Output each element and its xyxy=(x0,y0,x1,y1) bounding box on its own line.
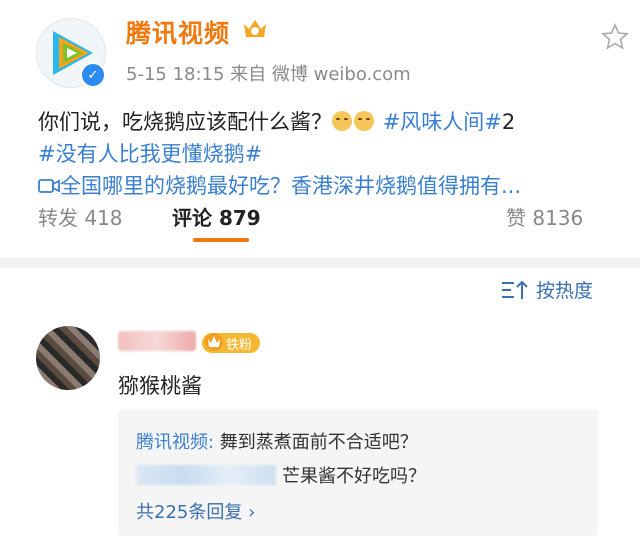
verified-icon: ✓ xyxy=(80,62,106,88)
account-name[interactable]: 腾讯视频 xyxy=(126,14,230,50)
fan-crown-icon xyxy=(205,333,223,351)
video-link[interactable]: 全国哪里的烧鹅最好吃？香港深井烧鹅值得拥有... xyxy=(38,170,521,200)
reply-text: 舞到蒸煮面前不合适吧？ xyxy=(214,432,418,453)
avatar[interactable] xyxy=(36,326,100,390)
section-divider xyxy=(0,258,640,268)
sort-button[interactable]: 按热度 xyxy=(500,276,593,303)
comment-text: 猕猴桃酱 xyxy=(118,374,202,398)
sort-icon xyxy=(502,280,528,299)
vip-crown-icon xyxy=(244,20,266,37)
blurred-reply-author[interactable] xyxy=(136,465,276,485)
likes-tab[interactable]: 赞 8136 xyxy=(506,202,583,231)
star-icon[interactable] xyxy=(600,22,630,52)
repost-tab[interactable]: 转发 418 xyxy=(38,202,123,231)
video-link-text: 全国哪里的烧鹅最好吃？香港深井烧鹅值得拥有... xyxy=(60,174,522,198)
blurred-username[interactable] xyxy=(118,331,196,351)
video-icon xyxy=(38,179,60,193)
fan-badge: 铁粉 xyxy=(202,333,261,353)
active-tab-indicator xyxy=(193,238,249,242)
doge-emoji-icon xyxy=(354,111,374,131)
fan-badge-label: 铁粉 xyxy=(226,337,253,353)
post-text: 你们说，吃烧鹅应该配什么酱？ xyxy=(38,110,332,134)
post-meta: 5-15 18:15 来自 微博 weibo.com xyxy=(126,64,411,85)
view-replies-link[interactable]: 共225条回复 › xyxy=(136,498,255,524)
hashtag-suffix: 2 xyxy=(501,110,516,134)
doge-emoji-icon xyxy=(332,111,352,131)
sort-label: 按热度 xyxy=(536,280,594,302)
comments-tab[interactable]: 评论 879 xyxy=(172,202,261,231)
reply-item: 腾讯视频: 舞到蒸煮面前不合适吧？ xyxy=(136,428,418,454)
reply-text: 芒果酱不好吃吗？ xyxy=(282,466,426,487)
reply-author[interactable]: 腾讯视频: xyxy=(136,432,214,453)
hashtag-link[interactable]: #风味人间# xyxy=(383,110,502,134)
reply-item: 芒果酱不好吃吗？ xyxy=(136,462,426,488)
post-text-line1: 你们说，吃烧鹅应该配什么酱？ #风味人间#2 xyxy=(38,106,515,136)
hashtag-link[interactable]: #没有人比我更懂烧鹅# xyxy=(38,138,262,168)
